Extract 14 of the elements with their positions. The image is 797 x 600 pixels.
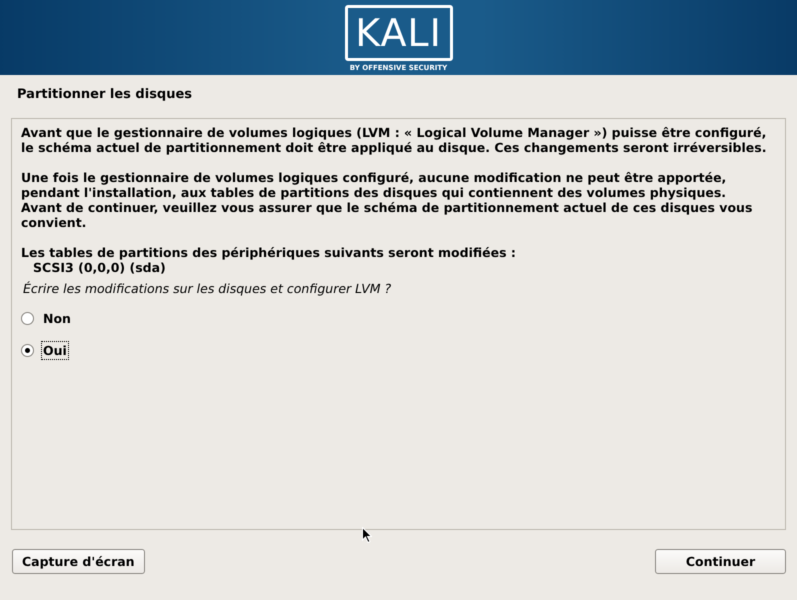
device-label: SCSI3 (0,0,0) (sda) <box>32 260 167 275</box>
devices-heading: Les tables de partitions des périphériques suivants seront modifiées : <box>21 245 517 260</box>
info-paragraph: Une fois le gestionnaire de volumes logiques configuré, aucune modification ne peut être apportée, pendant l'installation, aux tables de partitions des disques qui contiennent des volumes physiques. Avant de continuer, veuillez vous assurer que le schéma de partitionnement actuel de ces disques vous convient. <box>21 170 754 230</box>
continue-button[interactable]: Continuer <box>655 549 786 574</box>
mouse-pointer-icon <box>362 527 372 543</box>
screenshot-button[interactable]: Capture d'écran <box>12 549 145 574</box>
radio-button[interactable] <box>21 344 34 357</box>
radio-button[interactable] <box>21 312 34 325</box>
logo-text: KALI <box>344 5 452 61</box>
option-label[interactable]: Oui <box>41 341 69 360</box>
option-label[interactable]: Non <box>41 309 73 328</box>
question-text: Écrire les modifications sur les disques et configurer LVM ? <box>22 281 392 296</box>
page-title: Partitionner les disques <box>16 86 194 104</box>
info-paragraph: Avant que le gestionnaire de volumes logiques (LVM : « Logical Volume Manager ») puisse être configuré, le schéma actuel de partitionnement doit être appliqué au disque. Ces changements seront irréversibles. <box>21 125 768 155</box>
